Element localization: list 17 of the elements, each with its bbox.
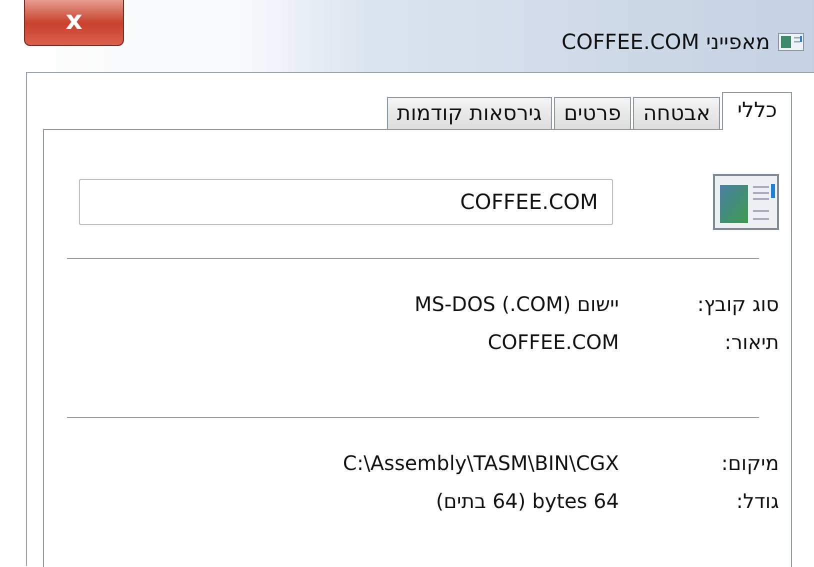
property-label: מיקום: — [720, 451, 779, 475]
program-window-icon — [778, 33, 804, 51]
property-value: 64 bytes (64 בתים) — [436, 489, 619, 513]
tab[interactable]: גירסאות קודמות — [386, 97, 552, 129]
close-button[interactable]: x — [24, 0, 124, 46]
tab[interactable]: אבטחה — [633, 97, 720, 129]
property-label: סוג קובץ: — [696, 292, 779, 316]
property-label: תיאור: — [724, 330, 779, 354]
program-window-icon — [713, 174, 779, 230]
tab[interactable]: כללי — [722, 92, 792, 130]
file-name-field[interactable]: COFFEE.COM — [79, 179, 613, 225]
window-title: מאפייני COFFEE.COM — [562, 30, 770, 54]
property-value: C:\Assembly\TASM\BIN\CGX — [342, 451, 619, 475]
property-label: גודל: — [735, 489, 779, 513]
property-value: COFFEE.COM — [488, 330, 619, 354]
tab[interactable]: פרטים — [554, 97, 632, 129]
property-value: יישום MS-DOS (.COM) — [414, 292, 619, 316]
